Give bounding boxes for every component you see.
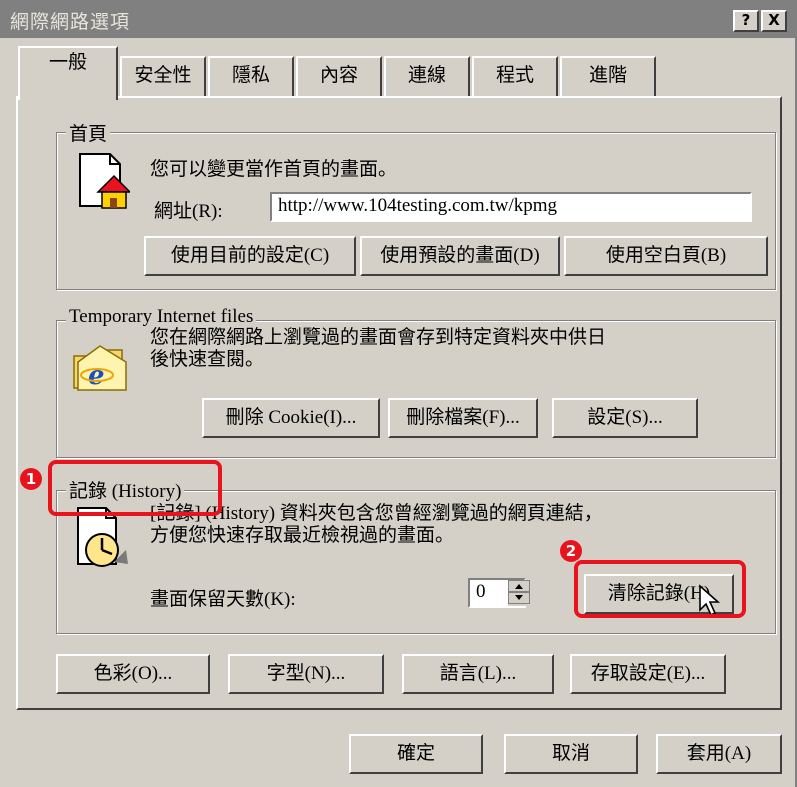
history-description-line2: 方便您快速存取最近檢視過的畫面。	[150, 525, 455, 546]
fonts-button[interactable]: 字型(N)...	[228, 654, 384, 694]
spinner-down-arrow-icon	[515, 595, 523, 600]
cancel-button[interactable]: 取消	[504, 734, 638, 774]
address-input[interactable]: http://www.104testing.com.tw/kpmg	[270, 192, 752, 222]
close-button[interactable]: X	[761, 10, 787, 32]
tab-connections[interactable]: 連線	[384, 56, 470, 96]
annotation-marker-1: 1	[20, 468, 42, 490]
spinner-up-arrow-icon	[515, 584, 523, 589]
languages-button[interactable]: 語言(L)...	[402, 654, 554, 694]
settings-button[interactable]: 設定(S)...	[552, 398, 698, 438]
ok-button[interactable]: 確定	[349, 734, 483, 774]
tab-security[interactable]: 安全性	[120, 56, 206, 96]
spinner-up-button[interactable]	[508, 580, 530, 592]
tab-content[interactable]: 內容	[296, 56, 382, 96]
tab-general[interactable]: 一般	[18, 46, 118, 100]
use-default-button[interactable]: 使用預設的畫面(D)	[360, 236, 560, 276]
delete-cookies-button[interactable]: 刪除 Cookie(I)...	[202, 398, 380, 438]
days-spinner[interactable]	[508, 580, 532, 606]
title-bar: 網際網路選項 ? X	[0, 0, 797, 38]
window-title: 網際網路選項	[10, 11, 131, 33]
days-to-keep-label: 畫面保留天數(K):	[150, 589, 296, 610]
tab-programs[interactable]: 程式	[472, 56, 558, 96]
annotation-marker-2: 2	[560, 540, 582, 562]
temp-files-description-line2: 後快速查閱。	[150, 349, 265, 370]
delete-files-button[interactable]: 刪除檔案(F)...	[388, 398, 538, 438]
internet-options-dialog: 網際網路選項 ? X 一般 安全性 隱私 內容 連線 程式 進階 首頁 您可以變…	[0, 0, 797, 787]
tab-advanced[interactable]: 進階	[560, 56, 656, 96]
use-blank-button[interactable]: 使用空白頁(B)	[564, 236, 768, 276]
home-group-label: 首頁	[66, 119, 111, 146]
spinner-down-button[interactable]	[508, 592, 530, 604]
home-page-icon	[79, 153, 130, 209]
ie-folder-icon: e	[73, 345, 127, 391]
colors-button[interactable]: 色彩(O)...	[56, 654, 210, 694]
clear-history-highlight-box	[574, 560, 746, 618]
help-button[interactable]: ?	[733, 10, 759, 32]
apply-button[interactable]: 套用(A)	[656, 734, 782, 774]
home-description: 您可以變更當作首頁的畫面。	[150, 159, 398, 180]
accessibility-button[interactable]: 存取設定(E)...	[570, 654, 726, 694]
use-current-button[interactable]: 使用目前的設定(C)	[144, 236, 356, 276]
svg-text:e: e	[88, 361, 105, 391]
tab-privacy[interactable]: 隱私	[208, 56, 294, 96]
address-label: 網址(R):	[154, 201, 223, 222]
history-highlight-box	[48, 460, 222, 516]
